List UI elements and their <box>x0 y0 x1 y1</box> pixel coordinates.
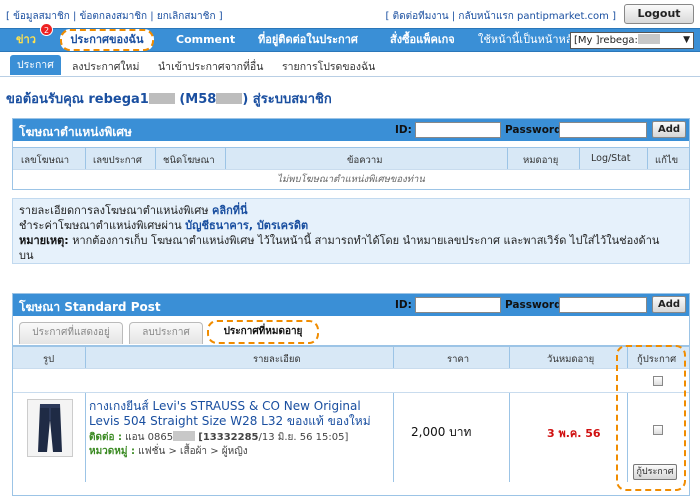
nav-order-package[interactable]: สั่งซื้อแพ็คเกจ <box>390 29 455 51</box>
col-edit: แก้ไข <box>655 155 679 166</box>
category-label: หมวดหมู่ : <box>89 446 135 457</box>
item-meta: ติดต่อ : แอน 0865 [13332285/13 มิ.ย. 56 … <box>89 431 348 459</box>
tab-active-posts[interactable]: ประกาศที่แสดงอยู่ <box>19 322 123 344</box>
tab-favorites[interactable]: รายการโปรดของฉัน <box>282 58 375 75</box>
note-text: หากต้องการเก็บ โฆษณาตำแหน่งพิเศษ ไว้ในหน… <box>72 234 660 247</box>
info-line-2: ชำระค่าโฆษณาตำแหน่งพิเศษผ่าน บัญชีธนาคาร… <box>19 218 683 233</box>
tab-posts[interactable]: ประกาศ <box>10 55 61 75</box>
post-date: /13 มิ.ย. 56 15:05] <box>258 432 349 443</box>
category-value: แฟชั่น > เสื้อผ้า > ผู้หญิง <box>138 446 248 457</box>
item-expire-date: 3 พ.ค. 56 <box>547 427 601 440</box>
special-id-input[interactable] <box>415 122 501 138</box>
special-add-button[interactable]: Add <box>652 121 686 138</box>
table-row: กางเกงยีนส์ Levi's STRAUSS & CO New Orig… <box>13 392 689 482</box>
member-terms-link[interactable]: ข้อตกลงสมาชิก <box>80 11 148 22</box>
jeans-icon <box>28 400 72 456</box>
id-label: ID: <box>395 124 412 136</box>
id-label: ID: <box>395 299 412 311</box>
homepage-select[interactable]: [My ]rebega: ▼ <box>570 32 694 49</box>
welcome-suffix: ) สู่ระบบสมาชิก <box>242 92 332 107</box>
logout-button[interactable]: Logout <box>624 4 694 24</box>
nav-news[interactable]: ข่าว <box>16 29 36 51</box>
masked-text <box>148 93 175 104</box>
password-label: Password: <box>505 124 566 136</box>
standard-post-panel: โฆษณา Standard Post ID: Password: Add ปร… <box>12 293 690 496</box>
contact-label: ติดต่อ : <box>89 432 122 443</box>
home-link[interactable]: กลับหน้าแรก pantipmarket.com <box>458 11 609 22</box>
col-message: ข้อความ <box>347 155 383 166</box>
special-password-input[interactable] <box>559 122 647 138</box>
special-table-header: เลขโฆษณา เลขประกาศ ชนิดโฆษณา ข้อความ หมด… <box>13 147 689 169</box>
nav-comment[interactable]: Comment <box>176 29 235 51</box>
tab-new-post[interactable]: ลงประกาศใหม่ <box>72 58 139 75</box>
info-payment-text: ชำระค่าโฆษณาตำแหน่งพิเศษผ่าน <box>19 219 182 232</box>
standard-add-button[interactable]: Add <box>652 296 686 313</box>
special-ads-info: รายละเอียดการลงโฆษณาตำแหน่งพิเศษ คลิกที่… <box>12 198 690 264</box>
top-bar: [ ข้อมูลสมาชิก | ข้อตกลงสมาชิก | ยกเลิกส… <box>0 0 700 30</box>
welcome-member-id: (M58 <box>174 92 217 107</box>
chevron-down-icon: ▼ <box>683 35 690 45</box>
post-tabs: ประกาศที่แสดงอยู่ ลบประกาศ ประกาศที่หมดอ… <box>13 316 689 346</box>
news-count-badge: 2 <box>40 23 53 36</box>
item-price: 2,000 บาท <box>411 425 472 439</box>
site-links: [ ติดต่อทีมงาน | กลับหน้าแรก pantipmarke… <box>385 11 616 22</box>
contact-team-link[interactable]: ติดต่อทีมงาน <box>393 11 449 22</box>
contact-value: แอน 0865 <box>125 432 174 443</box>
col-expire-date: วันหมดอายุ <box>547 354 595 365</box>
sub-nav: ประกาศ ลงประกาศใหม่ นำเข้าประกาศจากที่อื… <box>0 53 700 77</box>
col-image: รูป <box>43 354 55 365</box>
welcome-prefix: ขอต้อนรับคุณ rebega1 <box>6 92 149 107</box>
jeans-thumbnail[interactable] <box>27 399 73 457</box>
tab-deleted-posts[interactable]: ลบประกาศ <box>129 322 203 344</box>
nav-my-posts[interactable]: ประกาศของฉัน <box>60 29 154 51</box>
welcome-message: ขอต้อนรับคุณ rebega1 (M58 ) สู่ระบบสมาชิก <box>6 88 332 109</box>
col-ad-type: ชนิดโฆษณา <box>163 155 215 166</box>
restore-column-highlight <box>616 345 686 491</box>
standard-post-title: โฆษณา Standard Post <box>19 300 161 314</box>
col-log-stat: Log/Stat <box>591 153 631 164</box>
masked-text <box>637 34 660 44</box>
col-price: ราคา <box>447 354 470 365</box>
tab-import-post[interactable]: นำเข้าประกาศจากที่อื่น <box>158 58 263 75</box>
col-expire: หมดอายุ <box>523 155 559 166</box>
standard-post-header: โฆษณา Standard Post ID: Password: Add <box>13 294 689 316</box>
col-details: รายละเอียด <box>253 354 301 365</box>
special-ads-panel: โฆษณาตำแหน่งพิเศษ ID: Password: Add เลขโ… <box>12 118 690 190</box>
nav-contact-address[interactable]: ที่อยู่ติดต่อในประกาศ <box>258 29 358 51</box>
tab-expired-posts[interactable]: ประกาศที่หมดอายุ <box>207 320 319 344</box>
special-ads-title: โฆษณาตำแหน่งพิเศษ <box>19 125 132 139</box>
special-ads-header: โฆษณาตำแหน่งพิเศษ ID: Password: Add <box>13 119 689 141</box>
col-post-number: เลขประกาศ <box>93 155 142 166</box>
item-title-link[interactable]: กางเกงยีนส์ Levi's STRAUSS & CO New Orig… <box>89 399 389 429</box>
note-label: หมายเหตุ: <box>19 234 69 247</box>
click-here-link[interactable]: คลิกที่นี่ <box>212 204 248 217</box>
col-ad-number: เลขโฆษณา <box>21 155 70 166</box>
password-label: Password: <box>505 299 566 311</box>
post-id: [13332285 <box>198 432 259 443</box>
standard-password-input[interactable] <box>559 297 647 313</box>
standard-table-header: รูป รายละเอียด ราคา วันหมดอายุ กู้ประกาศ <box>13 346 689 368</box>
masked-text <box>216 93 243 104</box>
info-note: หมายเหตุ: หากต้องการเก็บ โฆษณาตำแหน่งพิเ… <box>19 233 683 248</box>
homepage-select-value: [My ]rebega: <box>574 35 638 46</box>
member-links: [ ข้อมูลสมาชิก | ข้อตกลงสมาชิก | ยกเลิกส… <box>6 11 223 22</box>
info-note-cont: บน <box>19 249 34 262</box>
special-empty-row: ไม่พบโฆษณาตำแหน่งพิเศษของท่าน <box>13 169 689 189</box>
masked-text <box>173 431 196 441</box>
payment-methods-link[interactable]: บัญชีธนาคาร, บัตรเครดิต <box>185 219 308 232</box>
main-nav: ข่าว 2 ประกาศของฉัน Comment ที่อยู่ติดต่… <box>0 23 700 52</box>
info-details-text: รายละเอียดการลงโฆษณาตำแหน่งพิเศษ <box>19 204 209 217</box>
cancel-membership-link[interactable]: ยกเลิกสมาชิก <box>157 11 216 22</box>
select-all-row <box>13 368 689 392</box>
info-line-1: รายละเอียดการลงโฆษณาตำแหน่งพิเศษ คลิกที่… <box>19 203 683 218</box>
standard-id-input[interactable] <box>415 297 501 313</box>
member-info-link[interactable]: ข้อมูลสมาชิก <box>13 11 70 22</box>
